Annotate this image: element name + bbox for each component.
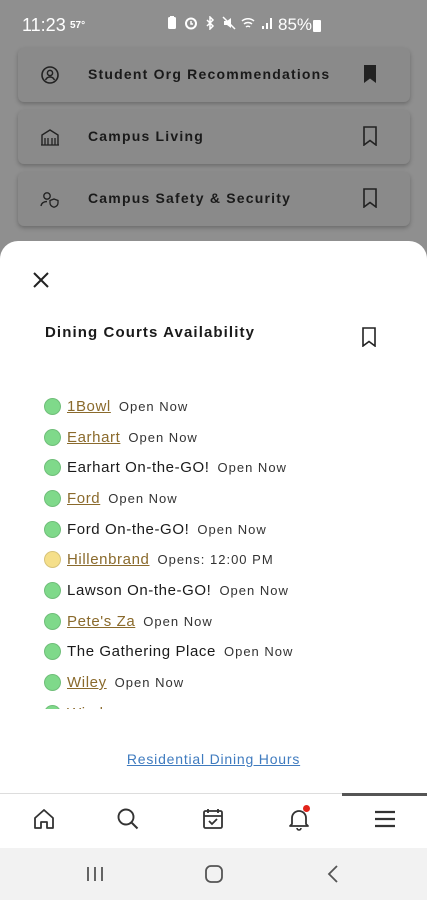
status-open-dot bbox=[44, 612, 61, 630]
sheet-title: Dining Courts Availability bbox=[45, 324, 256, 341]
dining-status: Open Now bbox=[128, 429, 198, 445]
dining-status: Open Now bbox=[143, 613, 213, 629]
person-shield-icon bbox=[40, 189, 60, 209]
dining-name[interactable]: Wiley bbox=[67, 674, 107, 691]
dining-name[interactable]: Windsor bbox=[67, 705, 126, 709]
dining-status: Open Now bbox=[108, 490, 178, 506]
dining-row[interactable]: Windsor Open Now bbox=[44, 698, 404, 709]
dining-row: The Gathering Place Open Now bbox=[44, 637, 404, 668]
active-tab-indicator bbox=[342, 793, 427, 796]
dining-status: Open Now bbox=[219, 582, 289, 598]
person-circle-icon bbox=[40, 65, 60, 85]
dining-name[interactable]: Pete's Za bbox=[67, 613, 135, 630]
signal-icon bbox=[260, 16, 274, 30]
bookmark-icon[interactable] bbox=[362, 126, 378, 147]
building-icon bbox=[40, 127, 60, 147]
bookmark-filled-icon[interactable] bbox=[362, 64, 378, 84]
dining-row[interactable]: Pete's Za Open Now bbox=[44, 606, 404, 637]
dining-name: The Gathering Place bbox=[67, 643, 216, 661]
dining-name[interactable]: Ford bbox=[67, 490, 100, 507]
notification-badge bbox=[303, 805, 310, 812]
status-time: 11:23 bbox=[22, 15, 66, 35]
recent-apps-icon[interactable] bbox=[83, 862, 107, 886]
card-label: Student Org Recommendations bbox=[88, 66, 331, 82]
dining-row: Ford On-the-GO! Open Now bbox=[44, 514, 404, 545]
status-open-dot bbox=[44, 428, 61, 446]
dining-name: Lawson On-the-GO! bbox=[67, 581, 212, 599]
status-bar: 11:23 57° 85% bbox=[0, 0, 427, 48]
dining-name[interactable]: 1Bowl bbox=[67, 398, 111, 415]
status-open-dot bbox=[44, 704, 61, 709]
alarm-icon bbox=[184, 16, 198, 30]
status-open-dot bbox=[44, 674, 61, 692]
dining-name[interactable]: Earhart bbox=[67, 429, 120, 446]
dining-name: Ford On-the-GO! bbox=[67, 520, 190, 538]
system-nav-bar bbox=[0, 848, 427, 900]
card-label: Campus Living bbox=[88, 128, 204, 144]
status-open-dot bbox=[44, 459, 61, 477]
card-campus-safety[interactable]: Campus Safety & Security bbox=[18, 172, 410, 226]
home-button-icon[interactable] bbox=[202, 862, 226, 886]
dining-status: Open Now bbox=[217, 460, 287, 476]
dining-name: Earhart On-the-GO! bbox=[67, 459, 210, 477]
dining-row: Lawson On-the-GO! Open Now bbox=[44, 575, 404, 606]
home-icon[interactable] bbox=[31, 806, 57, 832]
wifi-icon bbox=[241, 16, 255, 30]
dining-name[interactable]: Hillenbrand bbox=[67, 551, 149, 568]
battery-saver-icon bbox=[165, 16, 179, 30]
dining-status: Open Now bbox=[197, 521, 267, 537]
mute-icon bbox=[222, 16, 236, 30]
bookmark-icon[interactable] bbox=[361, 327, 377, 348]
bookmark-icon[interactable] bbox=[362, 188, 378, 209]
dining-row[interactable]: Earhart Open Now bbox=[44, 422, 404, 453]
close-icon[interactable] bbox=[30, 269, 52, 291]
dining-row: Earhart On-the-GO! Open Now bbox=[44, 452, 404, 483]
dining-row[interactable]: Ford Open Now bbox=[44, 483, 404, 514]
bottom-nav bbox=[0, 793, 427, 848]
battery-icon bbox=[313, 20, 321, 32]
dining-status: Open Now bbox=[134, 706, 203, 709]
dining-availability-sheet: Dining Courts Availability 1Bowl Open Now… bbox=[0, 241, 427, 793]
residential-dining-hours-link[interactable]: Residential Dining Hours bbox=[0, 751, 427, 767]
status-temperature: 57° bbox=[70, 20, 86, 31]
dining-status: Open Now bbox=[223, 644, 294, 660]
card-campus-living[interactable]: Campus Living bbox=[18, 110, 410, 164]
card-student-org[interactable]: Student Org Recommendations bbox=[18, 48, 410, 102]
card-label: Campus Safety & Security bbox=[88, 190, 292, 206]
status-open-dot bbox=[44, 643, 61, 661]
status-opens-later-dot bbox=[44, 551, 61, 569]
status-open-dot bbox=[44, 581, 61, 599]
dining-status: Open Now bbox=[114, 675, 185, 691]
dining-row[interactable]: Wiley Open Now bbox=[44, 667, 404, 698]
calendar-check-icon[interactable] bbox=[200, 806, 226, 832]
search-icon[interactable] bbox=[115, 806, 141, 832]
dining-status: Opens: 12:00 PM bbox=[157, 552, 274, 568]
status-open-dot bbox=[44, 397, 61, 415]
battery-percent: 85% bbox=[278, 15, 313, 34]
back-icon[interactable] bbox=[322, 862, 346, 886]
status-icons bbox=[165, 15, 274, 31]
dining-status: Open Now bbox=[118, 398, 189, 414]
status-open-dot bbox=[44, 520, 61, 538]
dining-list[interactable]: 1Bowl Open Now Earhart Open Now Earhart On-t… bbox=[44, 391, 404, 709]
dining-row[interactable]: 1Bowl Open Now bbox=[44, 391, 404, 422]
bluetooth-icon bbox=[203, 15, 217, 31]
status-open-dot bbox=[44, 489, 61, 507]
menu-icon[interactable] bbox=[372, 806, 398, 832]
dining-row[interactable]: Hillenbrand Opens: 12:00 PM bbox=[44, 544, 404, 575]
